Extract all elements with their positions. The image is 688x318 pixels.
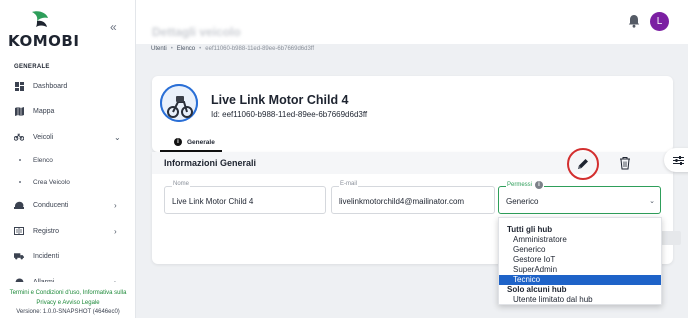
dropdown-option[interactable]: Utente limitato dal hub [499,295,661,305]
topbar: Dettagli veicolo L [136,0,688,44]
field-value: Generico [506,197,539,206]
field-label-text: Permessi [507,182,533,188]
info-icon: i [174,138,182,146]
sliders-icon [672,155,684,165]
permissions-select[interactable]: Permessi i Generico ⌄ [498,181,661,214]
option-group-label: Solo alcuni hub [507,285,567,294]
field-value: livelinkmotorchild4@mailinator.com [339,197,465,206]
legal-links[interactable]: Termini e Condizioni d'uso, Informativa … [4,288,132,308]
chevron-right-icon: › [114,226,117,236]
sidebar-item-label: Registro [33,227,60,235]
field-value: Live Link Motor Child 4 [172,197,254,206]
section-title: Informazioni Generali [164,158,257,168]
chevron-down-icon: ⌄ [114,132,121,142]
brand-name: KOMOBI [8,32,80,50]
section-title-generale: GENERALE [14,64,50,70]
breadcrumb-utenti[interactable]: Utenti [151,46,167,52]
device-avatar-image [160,84,198,122]
dropdown-option[interactable]: Amministratore [499,235,661,245]
sidebar-item-label: Allarmi [33,278,55,286]
edit-pencil-icon[interactable] [576,157,590,171]
field-label: E-mail [339,181,359,187]
field-label: Permessi i [506,181,545,189]
breadcrumb-elenco[interactable]: Elenco [177,46,195,52]
truck-icon [14,251,24,261]
bullet-icon [19,181,21,183]
sidebar-item-registro[interactable]: Registro › [0,223,136,239]
sidebar-item-label: Incidenti [33,252,60,260]
sidebar-item-label: Conducenti [33,201,69,209]
chevron-down-icon: ⌄ [649,198,655,205]
notifications-bell-icon[interactable] [628,14,640,28]
sidebar-item-conducenti[interactable]: Conducenti › [0,197,136,213]
tab-generale[interactable]: i Generale [174,132,215,152]
page-title: Dettagli veicolo [152,25,241,39]
user-avatar[interactable]: L [650,12,669,31]
breadcrumb-separator: • [170,46,173,52]
breadcrumb-current: eef11060-b988-11ed-89ee-6b7669d6d3ff [205,46,315,52]
delete-trash-icon[interactable] [619,156,631,170]
sidebar: KOMOBI « GENERALE Dashboard Mappa Veicol… [0,0,136,318]
sidebar-subitem-elenco[interactable]: Elenco [0,153,136,167]
field-label: Nome [172,181,191,187]
sidebar-subitem-crea-veicolo[interactable]: Crea Veicolo [0,175,136,189]
tab-label: Generale [187,138,215,146]
sidebar-item-label: Veicoli [33,133,54,141]
info-icon[interactable]: i [535,181,544,189]
bullet-icon [19,159,21,161]
chevron-right-icon: › [114,200,117,210]
breadcrumb: Utenti • Elenco • eef11060-b988-11ed-89e… [151,46,314,52]
device-header-card: Live Link Motor Child 4 Id: eef11060-b98… [152,76,673,152]
collapse-sidebar-icon[interactable]: « [110,20,117,34]
option-group-label: Tutti gli hub [507,225,553,234]
device-name: Live Link Motor Child 4 [211,93,349,107]
breadcrumb-separator: • [199,46,202,52]
alarm-icon [14,277,24,282]
sidebar-subitem-label: Elenco [33,156,53,164]
filter-settings-button[interactable] [664,148,688,172]
driver-icon [14,200,24,210]
dropdown-option[interactable]: Gestore IoT [499,255,661,265]
email-field[interactable]: E-mail livelinkmotorchild4@mailinator.co… [331,181,495,214]
permissions-dropdown: Tutti gli hub Amministratore Generico Ge… [498,217,662,305]
dropdown-option[interactable]: Generico [499,245,661,255]
dropdown-option-selected[interactable]: Tecnico [499,275,661,285]
app-version: Versione: 1.0.0-SNAPSHOT (4646ec0) [16,309,120,315]
register-icon [14,226,24,236]
sidebar-item-label: Dashboard [33,82,68,90]
sidebar-item-mappa[interactable]: Mappa [0,103,136,119]
dashboard-icon [14,81,24,91]
sidebar-item-dashboard[interactable]: Dashboard [0,78,136,94]
device-id: Id: eef11060-b988-11ed-89ee-6b7669d6d3ff [211,110,368,119]
name-field[interactable]: Nome Live Link Motor Child 4 [164,181,326,214]
sidebar-item-incidenti[interactable]: Incidenti [0,248,136,264]
sidebar-subitem-label: Crea Veicolo [33,178,70,186]
dropdown-option[interactable]: SuperAdmin [499,265,661,275]
save-button[interactable] [661,231,681,245]
chevron-right-icon: › [114,277,117,287]
sidebar-item-veicoli[interactable]: Veicoli ⌄ [0,129,136,145]
sidebar-item-label: Mappa [33,107,55,115]
bike-icon [14,132,24,142]
map-icon [14,106,24,116]
